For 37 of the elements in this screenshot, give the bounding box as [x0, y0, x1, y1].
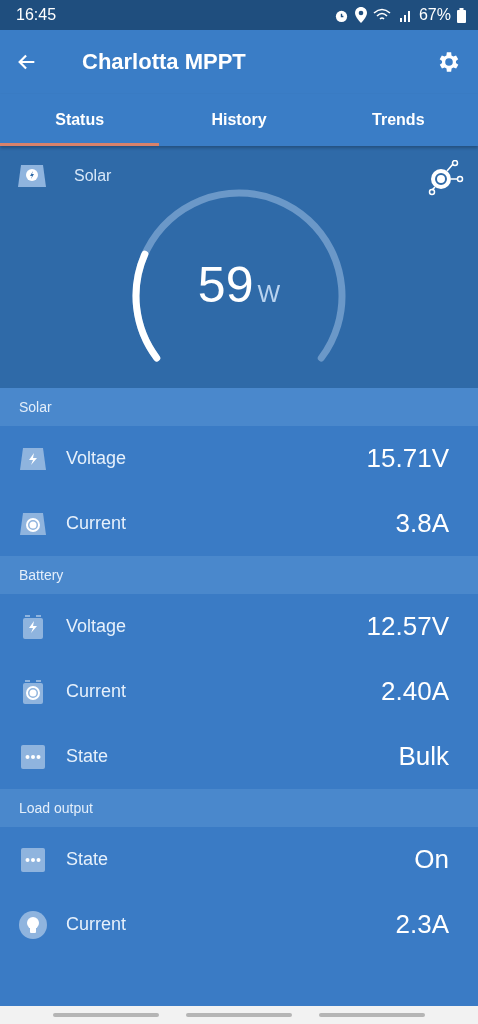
wifi-icon	[372, 8, 393, 22]
location-icon	[354, 7, 367, 23]
row-label: State	[66, 849, 110, 870]
device-title: Charlotta MPPT	[82, 49, 247, 75]
row-label: State	[66, 746, 110, 767]
row-label: Voltage	[66, 616, 128, 637]
dots-icon	[19, 845, 47, 874]
section-title: Load output	[19, 800, 93, 816]
signal-icon	[398, 8, 413, 22]
row-label: Current	[66, 513, 128, 534]
solar-panel-icon	[18, 164, 46, 188]
lightbulb-icon	[19, 910, 47, 939]
row-label: Current	[66, 914, 128, 935]
tab[interactable]: History	[159, 94, 319, 146]
network-icon[interactable]	[428, 160, 464, 196]
row-value: On	[414, 844, 449, 875]
section-title: Battery	[19, 567, 64, 583]
row-value: 2.40A	[381, 676, 449, 707]
row-value: 2.3A	[395, 909, 449, 940]
row-label: Voltage	[66, 448, 128, 469]
nav-handle[interactable]	[53, 1013, 160, 1017]
battery-icon	[457, 7, 466, 23]
tab[interactable]: Trends	[318, 94, 478, 146]
row-label: Current	[66, 681, 128, 702]
power-value: 59	[197, 256, 254, 314]
power-unit: W	[257, 280, 281, 308]
gauge-label: Solar	[74, 167, 112, 185]
section-title: Solar	[19, 399, 52, 415]
dots-icon	[19, 742, 47, 771]
row-value: Bulk	[398, 741, 449, 772]
clock-time: 16:45	[16, 6, 57, 24]
nav-handle[interactable]	[318, 1013, 425, 1017]
nav-handle[interactable]	[186, 1013, 292, 1017]
row-value: 15.71V	[366, 443, 449, 474]
battery-percentage: 67%	[418, 6, 451, 24]
row-value: 12.57V	[366, 611, 449, 642]
row-value: 3.8A	[395, 508, 449, 539]
